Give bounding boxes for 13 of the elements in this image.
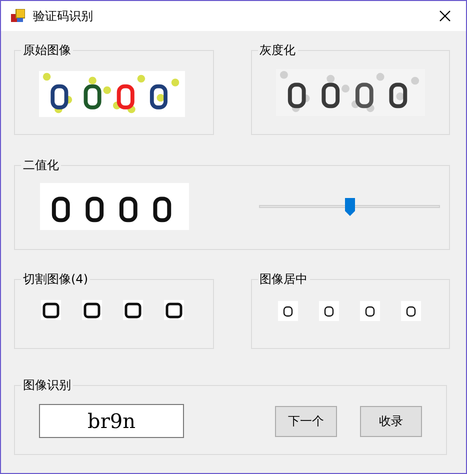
group-label: 切割图像(4) xyxy=(22,272,89,286)
result-field[interactable]: br9n xyxy=(39,404,184,438)
group-label: 图像识别 xyxy=(22,378,72,392)
slider-thumb[interactable] xyxy=(344,198,354,216)
group-label: 原始图像 xyxy=(22,43,72,57)
group-label: 二值化 xyxy=(22,158,60,172)
group-label: 灰度化 xyxy=(258,43,296,57)
app-icon xyxy=(11,9,25,23)
group-label: 图像居中 xyxy=(258,272,308,286)
close-icon xyxy=(439,10,451,22)
window-title: 验证码识别 xyxy=(33,8,93,25)
save-button[interactable]: 收录 xyxy=(360,406,422,436)
next-button[interactable]: 下一个 xyxy=(275,406,337,436)
